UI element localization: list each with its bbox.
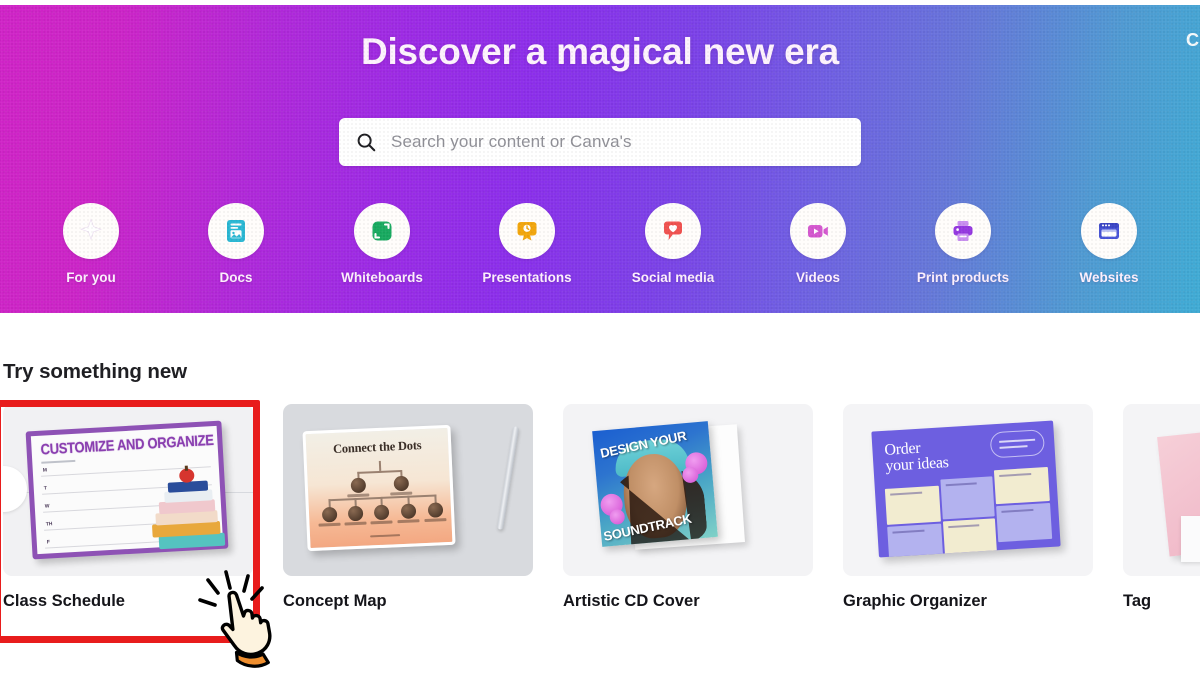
concept-map-sheet: Connect the Dots bbox=[302, 424, 456, 552]
card-thumbnail[interactable]: Order your ideas bbox=[843, 404, 1093, 576]
card-thumbnail[interactable]: Connect the Dots bbox=[283, 404, 533, 576]
sparkle-icon bbox=[79, 218, 102, 241]
category-label: Print products bbox=[916, 270, 1010, 285]
category-label: For you bbox=[66, 270, 116, 285]
schedule-day: T bbox=[43, 485, 48, 492]
card-label: Tag bbox=[1123, 592, 1152, 610]
category-videos[interactable]: Videos bbox=[763, 203, 873, 285]
schedule-sheet: CUSTOMIZE AND ORGANIZE M T W TH F bbox=[25, 420, 229, 560]
category-presentations[interactable]: Presentations bbox=[472, 203, 582, 285]
category-icon-bubble bbox=[1081, 203, 1137, 259]
card-label: Artistic CD Cover bbox=[563, 592, 700, 610]
concept-map-heading: Connect the Dots bbox=[332, 438, 422, 456]
category-icon-bubble bbox=[208, 203, 264, 259]
document-icon bbox=[227, 220, 245, 242]
schedule-heading: CUSTOMIZE AND ORGANIZE bbox=[40, 431, 215, 458]
schedule-day: M bbox=[42, 467, 48, 474]
category-label: Videos bbox=[795, 270, 841, 285]
category-docs[interactable]: Docs bbox=[181, 203, 291, 285]
card-label: Graphic Organizer bbox=[843, 592, 987, 610]
search-bar[interactable]: Search your content or Canva's bbox=[339, 118, 861, 166]
category-label: Websites bbox=[1079, 270, 1139, 285]
category-icon-bubble bbox=[790, 203, 846, 259]
search-input[interactable]: Search your content or Canva's bbox=[391, 132, 632, 152]
schedule-day: F bbox=[46, 539, 51, 546]
category-label: Presentations bbox=[482, 270, 572, 285]
template-card-concept-map[interactable]: Connect the Dots Concept Map bbox=[283, 404, 533, 611]
stylus-pen bbox=[496, 426, 520, 530]
card-thumbnail[interactable]: DESIGN YOUR SOUNDTRACK bbox=[563, 404, 813, 576]
schedule-day: TH bbox=[45, 521, 53, 528]
award-badge-icon bbox=[517, 222, 537, 241]
browser-icon bbox=[1099, 223, 1119, 239]
organizer-sheet: Order your ideas bbox=[871, 420, 1061, 558]
page-title: Discover a magical new era bbox=[360, 31, 840, 72]
canva-home-screen: Discover a magical new era C Search your… bbox=[0, 0, 1200, 675]
category-label: Docs bbox=[219, 270, 253, 285]
card-label: Concept Map bbox=[283, 592, 387, 610]
category-websites[interactable]: Websites bbox=[1054, 203, 1164, 285]
organizer-heading: Order your ideas bbox=[883, 439, 950, 475]
whiteboard-icon bbox=[372, 221, 392, 241]
category-label: Whiteboards bbox=[341, 270, 423, 285]
video-camera-icon bbox=[808, 225, 828, 238]
template-card-artistic-cd-cover[interactable]: DESIGN YOUR SOUNDTRACK Artistic CD Cover bbox=[563, 404, 813, 611]
category-row: For you Docs Whiteboards Presentations S… bbox=[0, 203, 1200, 303]
tag-paper bbox=[1181, 516, 1200, 562]
thumb-circle-decor bbox=[3, 466, 27, 512]
category-label: Social media bbox=[631, 270, 715, 285]
click-hand-cursor bbox=[198, 570, 272, 668]
search-icon bbox=[357, 133, 376, 152]
category-icon-bubble bbox=[935, 203, 991, 259]
hero-top-right-fragment: C bbox=[1186, 30, 1199, 50]
category-print-products[interactable]: Print products bbox=[908, 203, 1018, 285]
card-thumbnail[interactable] bbox=[1123, 404, 1200, 576]
category-icon-bubble bbox=[63, 203, 119, 259]
printer-icon bbox=[953, 221, 973, 241]
template-card-tag[interactable]: Tag bbox=[1123, 404, 1200, 611]
template-card-grid: CUSTOMIZE AND ORGANIZE M T W TH F Class … bbox=[0, 404, 1200, 644]
section-title: Try something new bbox=[3, 360, 187, 383]
hero-banner: Discover a magical new era C Search your… bbox=[0, 5, 1200, 313]
category-social-media[interactable]: Social media bbox=[618, 203, 728, 285]
category-icon-bubble bbox=[354, 203, 410, 259]
organizer-badge bbox=[989, 429, 1046, 459]
template-card-graphic-organizer[interactable]: Order your ideas Graphic Organizer bbox=[843, 404, 1093, 611]
category-icon-bubble bbox=[645, 203, 701, 259]
heart-bubble-icon bbox=[664, 221, 682, 240]
category-whiteboards[interactable]: Whiteboards bbox=[327, 203, 437, 285]
books-illustration bbox=[137, 460, 226, 553]
category-for-you[interactable]: For you bbox=[36, 203, 146, 285]
schedule-day: W bbox=[44, 503, 50, 510]
card-thumbnail[interactable]: CUSTOMIZE AND ORGANIZE M T W TH F bbox=[3, 404, 253, 576]
cd-cover-art: DESIGN YOUR SOUNDTRACK bbox=[592, 421, 718, 547]
category-icon-bubble bbox=[499, 203, 555, 259]
